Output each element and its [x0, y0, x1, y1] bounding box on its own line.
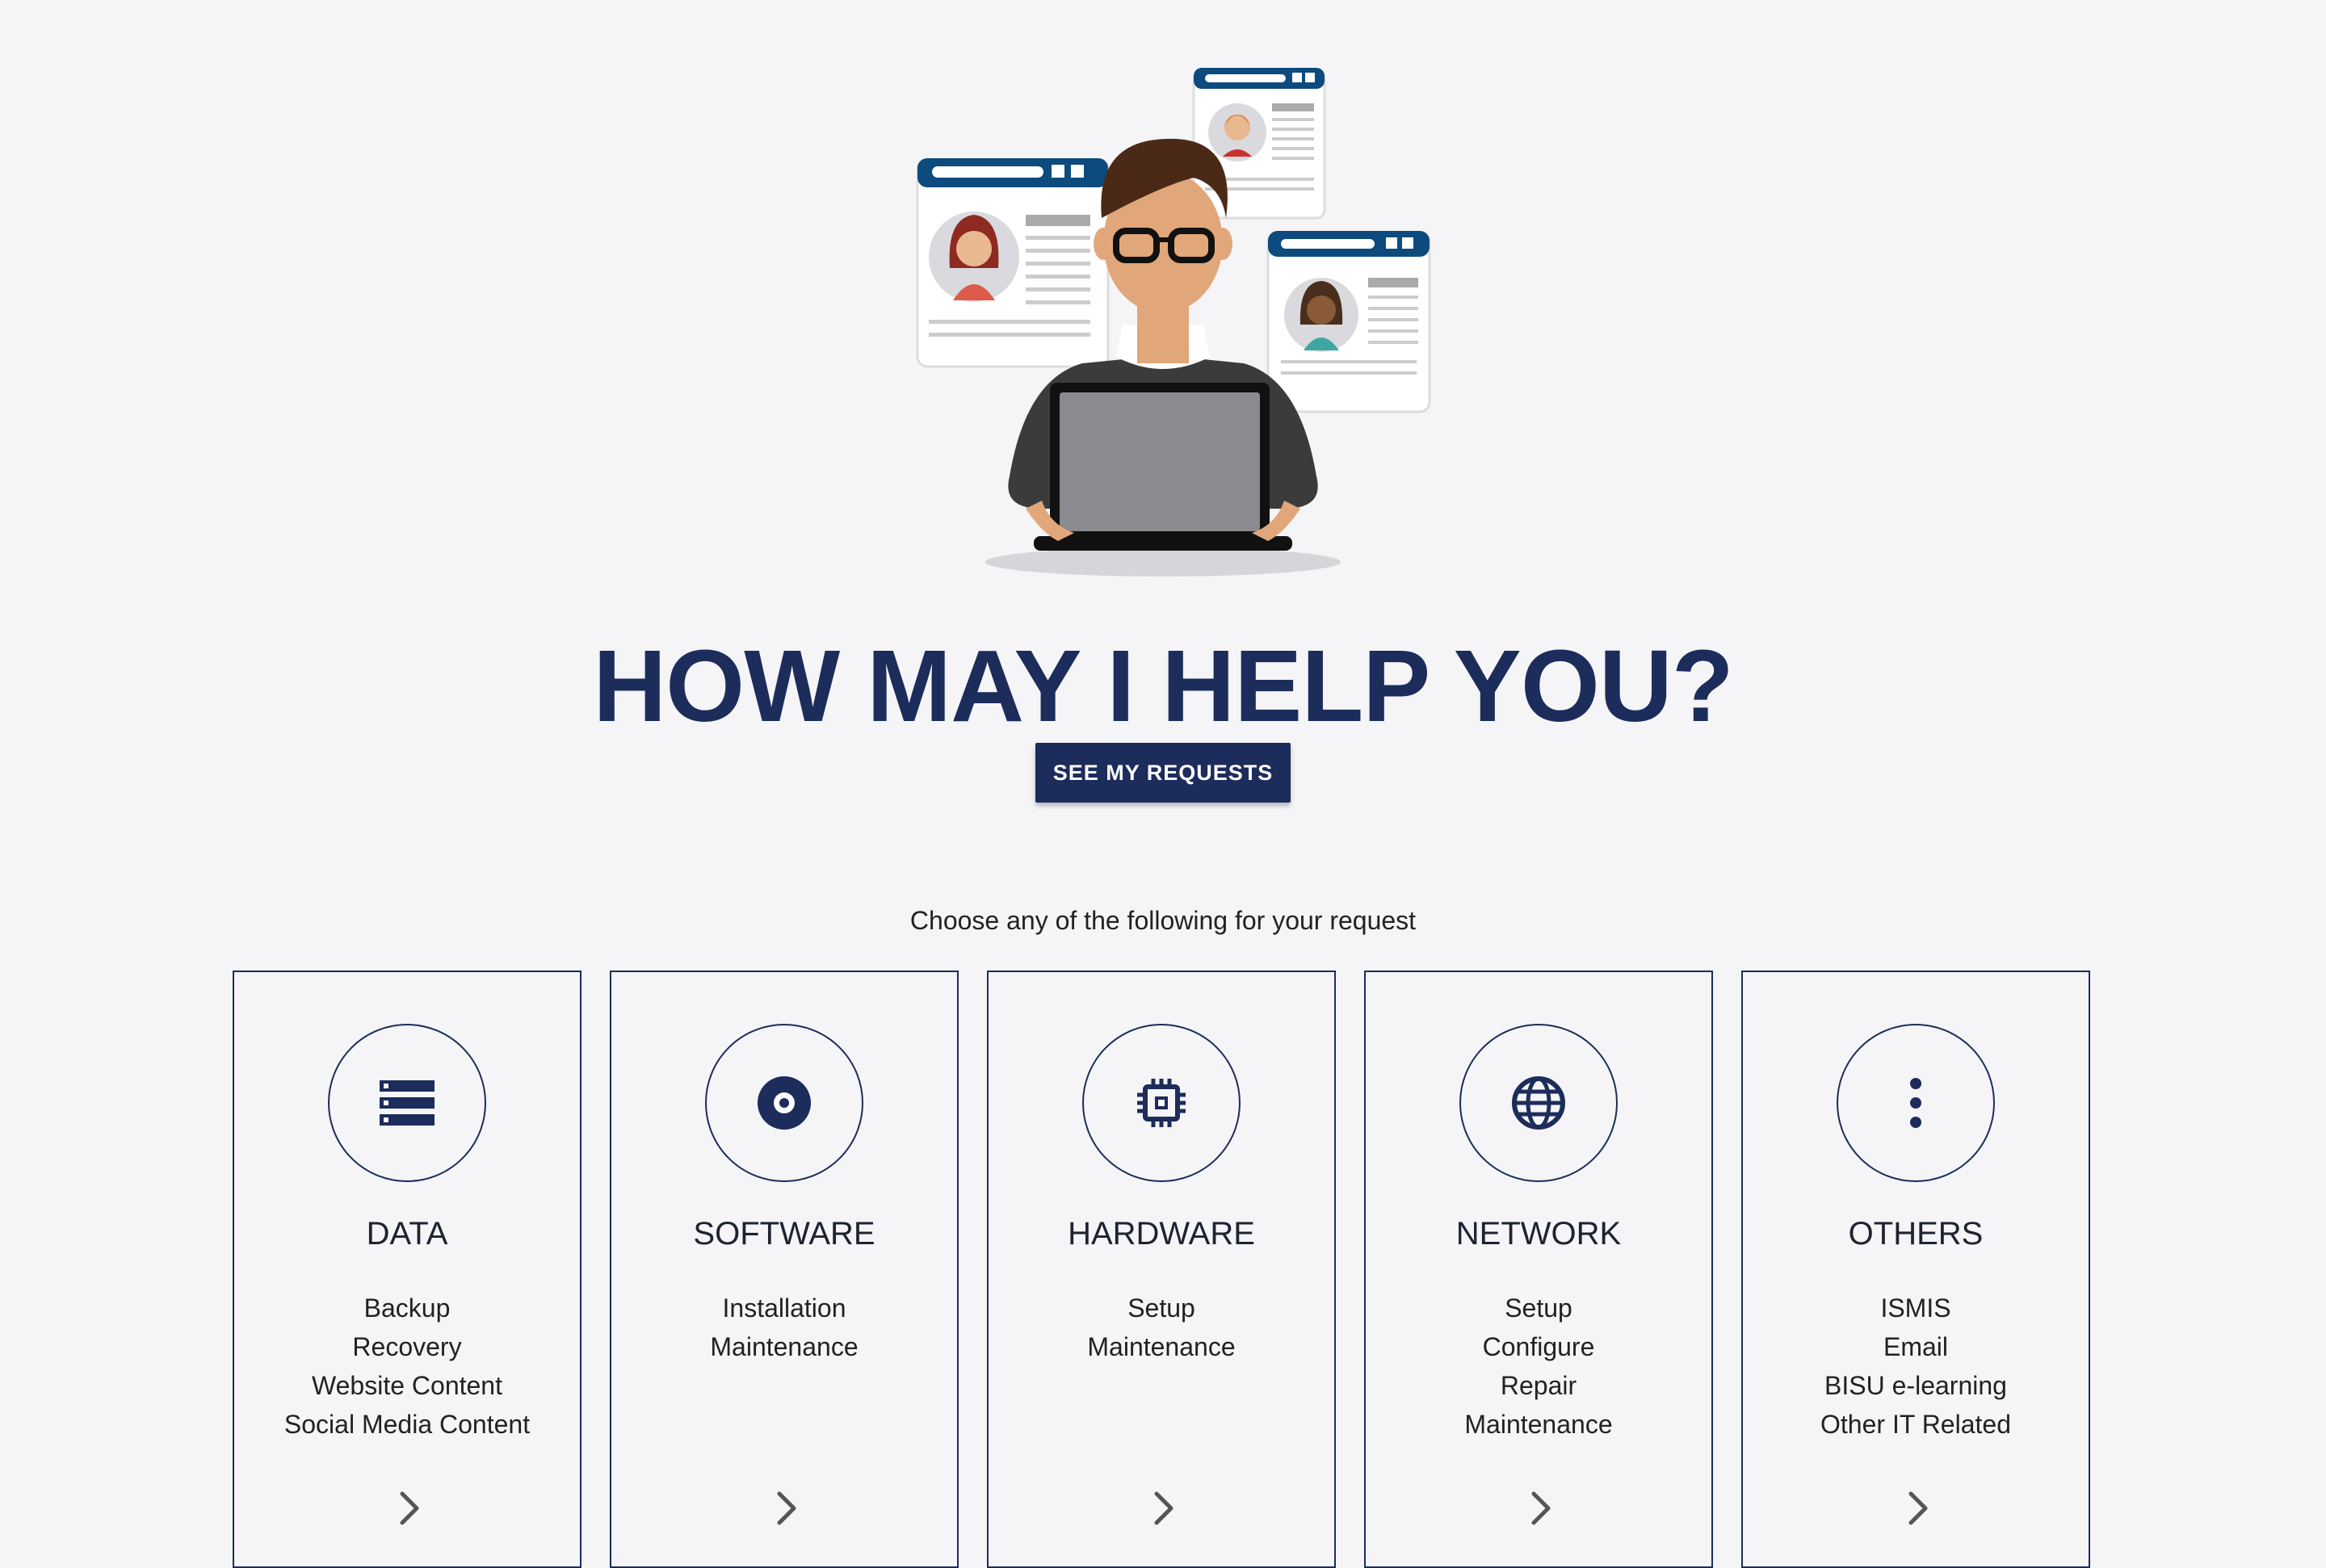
category-item: Other IT Related — [1820, 1410, 2011, 1439]
profile-card-right — [1266, 231, 1431, 413]
category-card-data[interactable]: DATA Backup Recovery Website Content Soc… — [233, 971, 582, 1568]
category-card-hardware[interactable]: HARDWARE Setup Maintenance — [987, 971, 1336, 1568]
category-icon-circle — [328, 1024, 486, 1182]
category-item: Maintenance — [1087, 1332, 1236, 1361]
profile-card-top — [1192, 68, 1326, 220]
category-item: Setup — [1127, 1293, 1195, 1323]
category-title: SOFTWARE — [693, 1216, 875, 1251]
support-person-illustration — [916, 68, 1431, 576]
category-items: Setup Maintenance — [989, 1289, 1334, 1366]
category-icon-circle — [1082, 1024, 1241, 1182]
more-vertical-icon — [1910, 1078, 1921, 1128]
category-item: Website Content — [312, 1371, 502, 1400]
category-icon-circle — [705, 1024, 863, 1182]
category-icon-circle — [1837, 1024, 1995, 1182]
category-item: Configure — [1482, 1332, 1595, 1361]
hero-illustration — [0, 0, 2326, 597]
category-card-network[interactable]: NETWORK Setup Configure Repair Maintenan… — [1364, 971, 1713, 1568]
category-items: ISMIS Email BISU e-learning Other IT Rel… — [1743, 1289, 2089, 1444]
category-items: Installation Maintenance — [611, 1289, 957, 1366]
category-icon-circle — [1459, 1024, 1618, 1182]
server-stack-icon — [380, 1080, 435, 1126]
category-card-software[interactable]: SOFTWARE Installation Maintenance — [610, 971, 959, 1568]
category-item: Installation — [722, 1293, 846, 1323]
globe-icon — [1512, 1076, 1565, 1130]
category-item: Email — [1883, 1332, 1948, 1361]
chevron-right-icon[interactable] — [1524, 1489, 1556, 1528]
category-title: OTHERS — [1848, 1216, 1984, 1251]
chevron-right-icon[interactable] — [770, 1489, 802, 1528]
request-prompt: Choose any of the following for your req… — [909, 906, 1417, 935]
category-card-others[interactable]: OTHERS ISMIS Email BISU e-learning Other… — [1741, 971, 2090, 1568]
category-item: BISU e-learning — [1824, 1371, 2007, 1400]
category-items: Setup Configure Repair Maintenance — [1366, 1289, 1711, 1444]
category-item: Recovery — [352, 1332, 462, 1361]
chevron-right-icon[interactable] — [393, 1489, 425, 1528]
category-item: Repair — [1500, 1371, 1577, 1400]
disc-icon — [758, 1076, 811, 1130]
page-headline: HOW MAY I HELP YOU? — [593, 629, 1734, 743]
category-item: Social Media Content — [283, 1410, 531, 1439]
category-item: ISMIS — [1880, 1293, 1951, 1323]
category-item: Maintenance — [710, 1332, 859, 1361]
see-my-requests-button[interactable]: SEE MY REQUESTS — [1035, 743, 1291, 803]
category-title: DATA — [366, 1216, 448, 1251]
chevron-right-icon[interactable] — [1901, 1489, 1933, 1528]
profile-card-left — [916, 158, 1110, 368]
category-item: Backup — [363, 1293, 451, 1323]
category-items: Backup Recovery Website Content Social M… — [234, 1289, 580, 1444]
category-item: Setup — [1505, 1293, 1572, 1323]
chevron-right-icon[interactable] — [1147, 1489, 1179, 1528]
chip-icon — [1137, 1079, 1186, 1127]
category-title: NETWORK — [1455, 1216, 1622, 1251]
category-title: HARDWARE — [1068, 1216, 1255, 1251]
category-item: Maintenance — [1464, 1410, 1613, 1439]
